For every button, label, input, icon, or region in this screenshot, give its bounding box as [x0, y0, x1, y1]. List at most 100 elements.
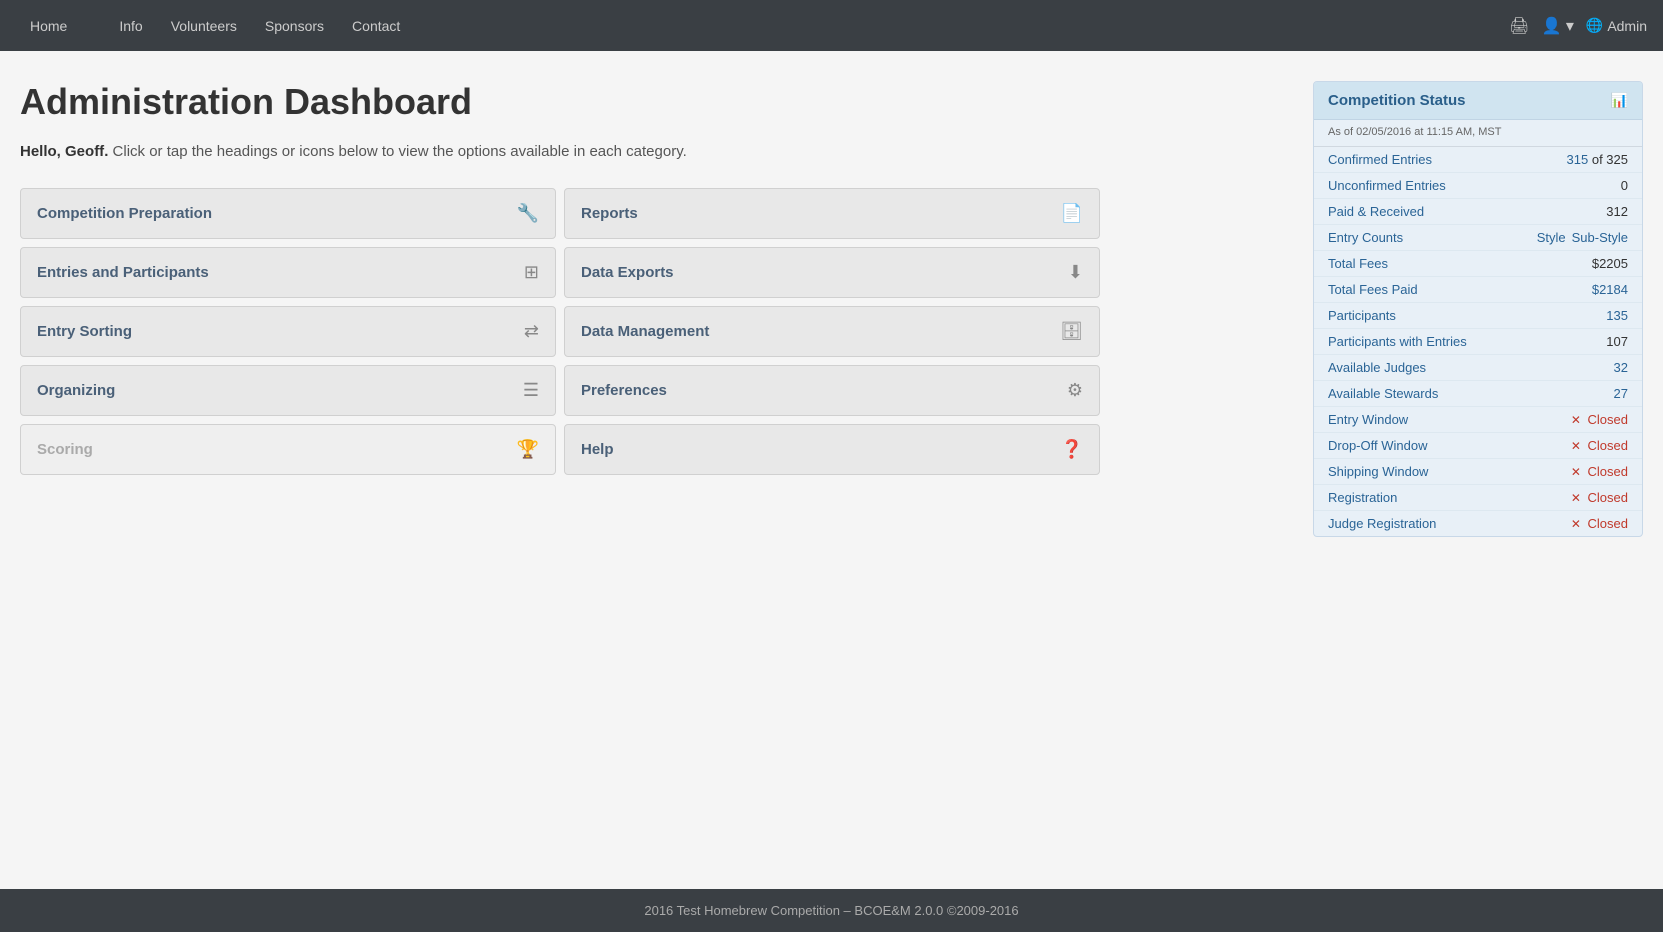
- user-menu-icon[interactable]: 👤 ▾: [1541, 16, 1573, 36]
- dropoff-window-label[interactable]: Drop-Off Window: [1328, 438, 1427, 453]
- entry-window-label[interactable]: Entry Window: [1328, 412, 1408, 427]
- shipping-window-x: ✕: [1571, 465, 1581, 479]
- confirmed-entries-value: 315 of 325: [1567, 152, 1628, 167]
- status-row-total-fees-paid: Total Fees Paid $2184: [1314, 277, 1642, 303]
- card-data-management[interactable]: Data Management 🗄: [564, 306, 1100, 357]
- competition-status-panel: Competition Status 📊 As of 02/05/2016 at…: [1313, 81, 1643, 537]
- database-icon: 🗄: [1060, 321, 1083, 342]
- total-fees-paid-value[interactable]: $2184: [1592, 282, 1628, 297]
- content-area: Administration Dashboard Hello, Geoff. C…: [20, 81, 1293, 475]
- judge-registration-x: ✕: [1571, 517, 1581, 531]
- status-row-shipping-window: Shipping Window ✕ Closed: [1314, 459, 1642, 485]
- admin-link[interactable]: 🌐 Admin: [1586, 17, 1647, 34]
- chart-icon[interactable]: 📊: [1611, 92, 1628, 109]
- participants-label[interactable]: Participants: [1328, 308, 1396, 323]
- card-preferences-label: Preferences: [581, 382, 667, 399]
- card-organizing[interactable]: Organizing ☰: [20, 365, 556, 416]
- sort-icon: ⇄: [524, 321, 539, 342]
- list-icon: ☰: [523, 380, 539, 401]
- card-organizing-label: Organizing: [37, 382, 115, 399]
- card-competition-preparation[interactable]: Competition Preparation 🔧: [20, 188, 556, 239]
- confirmed-entries-total: of 325: [1592, 152, 1628, 167]
- card-entry-sorting-label: Entry Sorting: [37, 323, 132, 340]
- confirmed-entries-label[interactable]: Confirmed Entries: [1328, 152, 1432, 167]
- participants-with-entries-label[interactable]: Participants with Entries: [1328, 334, 1467, 349]
- document-icon: 📄: [1061, 203, 1083, 224]
- entry-window-x: ✕: [1571, 413, 1581, 427]
- participants-with-entries-value: 107: [1606, 334, 1628, 349]
- globe-icon: 🌐: [1586, 17, 1603, 34]
- entry-counts-label[interactable]: Entry Counts: [1328, 230, 1403, 245]
- footer: 2016 Test Homebrew Competition – BCOE&M …: [0, 889, 1663, 932]
- card-entries-participants[interactable]: Entries and Participants ⊞: [20, 247, 556, 298]
- registration-value: ✕ Closed: [1571, 490, 1628, 505]
- nav-contact[interactable]: Contact: [338, 0, 414, 51]
- trophy-icon: 🏆: [517, 439, 539, 460]
- total-fees-value: $2205: [1592, 256, 1628, 271]
- available-judges-value[interactable]: 32: [1614, 360, 1628, 375]
- nav-sponsors[interactable]: Sponsors: [251, 0, 338, 51]
- card-data-management-label: Data Management: [581, 323, 709, 340]
- participants-icon: ⊞: [524, 262, 539, 283]
- status-row-confirmed-entries: Confirmed Entries 315 of 325: [1314, 147, 1642, 173]
- status-row-available-judges: Available Judges 32: [1314, 355, 1642, 381]
- nav-volunteers[interactable]: Volunteers: [157, 0, 251, 51]
- shipping-window-label[interactable]: Shipping Window: [1328, 464, 1428, 479]
- admin-label: Admin: [1607, 18, 1647, 34]
- status-row-entry-counts: Entry Counts Style Sub-Style: [1314, 225, 1642, 251]
- shipping-window-value: ✕ Closed: [1571, 464, 1628, 479]
- judge-registration-value: ✕ Closed: [1571, 516, 1628, 531]
- nav-items: Info Volunteers Sponsors Contact: [105, 0, 414, 51]
- status-row-participants: Participants 135: [1314, 303, 1642, 329]
- help-icon: ❓: [1061, 439, 1083, 460]
- status-row-unconfirmed-entries: Unconfirmed Entries 0: [1314, 173, 1642, 199]
- card-reports[interactable]: Reports 📄: [564, 188, 1100, 239]
- registration-label[interactable]: Registration: [1328, 490, 1397, 505]
- status-row-registration: Registration ✕ Closed: [1314, 485, 1642, 511]
- greeting-name: Hello, Geoff.: [20, 143, 108, 160]
- page-title: Administration Dashboard: [20, 81, 1293, 123]
- entry-count-substyle-link[interactable]: Sub-Style: [1572, 230, 1628, 245]
- card-reports-label: Reports: [581, 205, 638, 222]
- main-wrapper: Administration Dashboard Hello, Geoff. C…: [0, 51, 1663, 889]
- status-row-entry-window: Entry Window ✕ Closed: [1314, 407, 1642, 433]
- available-stewards-label[interactable]: Available Stewards: [1328, 386, 1438, 401]
- print-icon[interactable]: 🖨: [1509, 16, 1529, 36]
- participants-value[interactable]: 135: [1606, 308, 1628, 323]
- gear-icon: ⚙: [1067, 380, 1083, 401]
- total-fees-label[interactable]: Total Fees: [1328, 256, 1388, 271]
- available-stewards-value[interactable]: 27: [1614, 386, 1628, 401]
- footer-text: 2016 Test Homebrew Competition – BCOE&M …: [644, 903, 1018, 918]
- status-row-paid-received: Paid & Received 312: [1314, 199, 1642, 225]
- entry-counts-links: Style Sub-Style: [1537, 230, 1628, 245]
- unconfirmed-entries-label[interactable]: Unconfirmed Entries: [1328, 178, 1446, 193]
- dropoff-window-x: ✕: [1571, 439, 1581, 453]
- available-judges-label[interactable]: Available Judges: [1328, 360, 1426, 375]
- nav-right: 🖨 👤 ▾ 🌐 Admin: [1509, 16, 1647, 36]
- card-data-exports-label: Data Exports: [581, 264, 674, 281]
- unconfirmed-entries-value: 0: [1621, 178, 1628, 193]
- registration-x: ✕: [1571, 491, 1581, 505]
- card-scoring-label: Scoring: [37, 441, 93, 458]
- total-fees-paid-label[interactable]: Total Fees Paid: [1328, 282, 1418, 297]
- confirmed-entries-count[interactable]: 315: [1567, 152, 1589, 167]
- nav-home[interactable]: Home: [16, 0, 81, 51]
- status-row-available-stewards: Available Stewards 27: [1314, 381, 1642, 407]
- card-entries-participants-label: Entries and Participants: [37, 264, 209, 281]
- dropoff-window-value: ✕ Closed: [1571, 438, 1628, 453]
- paid-received-label[interactable]: Paid & Received: [1328, 204, 1424, 219]
- status-row-dropoff-window: Drop-Off Window ✕ Closed: [1314, 433, 1642, 459]
- status-row-total-fees: Total Fees $2205: [1314, 251, 1642, 277]
- paid-received-value: 312: [1606, 204, 1628, 219]
- panel-title: Competition Status: [1328, 92, 1466, 109]
- nav-info[interactable]: Info: [105, 0, 156, 51]
- dashboard-grid: Competition Preparation 🔧 Reports 📄 Entr…: [20, 188, 1100, 475]
- card-data-exports[interactable]: Data Exports ⬇: [564, 247, 1100, 298]
- card-help-label: Help: [581, 441, 614, 458]
- card-preferences[interactable]: Preferences ⚙: [564, 365, 1100, 416]
- judge-registration-label[interactable]: Judge Registration: [1328, 516, 1436, 531]
- download-icon: ⬇: [1068, 262, 1083, 283]
- card-help[interactable]: Help ❓: [564, 424, 1100, 475]
- entry-count-style-link[interactable]: Style: [1537, 230, 1566, 245]
- card-entry-sorting[interactable]: Entry Sorting ⇄: [20, 306, 556, 357]
